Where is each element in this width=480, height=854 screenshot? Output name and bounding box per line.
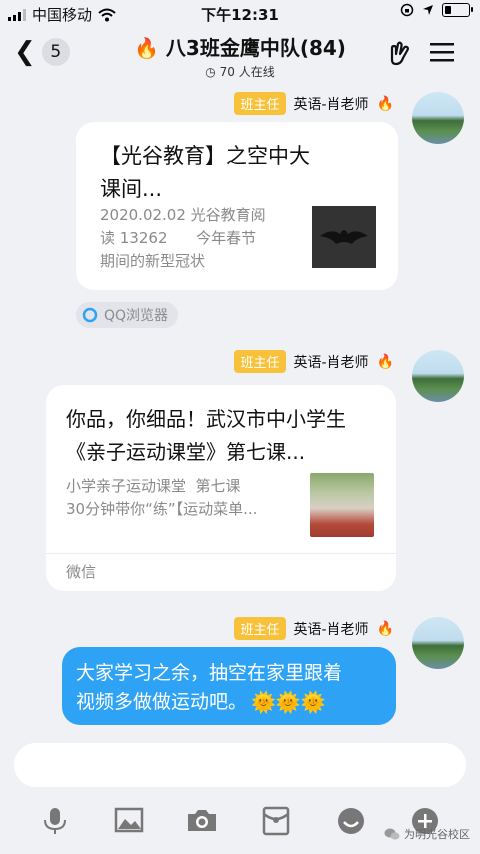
source-tag[interactable]: QQ浏览器 [76, 302, 179, 328]
card-desc-line: 期间的新型冠状 [100, 252, 206, 270]
chat-header: ❮ 5 🔥 八3班金鹰中队(84) ◷ 70 人在线 [0, 26, 480, 82]
role-badge: 班主任 [234, 617, 286, 640]
source-label: QQ浏览器 [104, 308, 169, 324]
fire-icon: 🔥 [376, 620, 394, 637]
location-icon [423, 5, 433, 15]
hand-gesture-icon[interactable] [386, 40, 414, 68]
battery-icon [442, 3, 473, 17]
link-card[interactable]: 你品，你细品！武汉市中小学生 《亲子运动课堂》第七课... 小学亲子运动课堂 第… [46, 385, 396, 591]
card-desc-line: 读 13262 今年春节 [100, 229, 257, 247]
card-thumbnail [312, 206, 376, 268]
card-desc-line: 小学亲子运动课堂 第七课 [66, 477, 241, 495]
status-bar: 中国移动 下午12:31 [0, 0, 480, 26]
card-title-line: 【光谷教育】之空中大 [100, 144, 310, 168]
message-text-line: 大家学习之余，抽空在家里跟着 [76, 662, 343, 684]
fire-icon: 🔥 [134, 36, 159, 60]
card-title-line: 课间... [100, 177, 163, 201]
lock-rotation-icon [400, 3, 414, 17]
wechat-icon [384, 828, 400, 840]
avatar[interactable] [412, 617, 464, 669]
image-icon[interactable] [114, 806, 144, 834]
sun-emoji-icon: 🌞🌞🌞 [251, 690, 326, 714]
sender-name: 英语-肖老师 [293, 354, 369, 371]
card-thumbnail [310, 473, 374, 537]
message-sender-row: 班主任 英语-肖老师 🔥 [234, 350, 394, 373]
card-desc-line: 2020.02.02 光谷教育阅 [100, 206, 266, 224]
online-count: 70 人在线 [219, 65, 275, 79]
card-title-line: 你品，你细品！武汉市中小学生 [66, 407, 346, 431]
chat-title-text: 八3班金鹰中队(84) [165, 36, 346, 60]
fire-icon: 🔥 [376, 95, 394, 112]
source-label: 微信 [66, 563, 97, 581]
divider [46, 553, 396, 554]
fire-icon: 🔥 [376, 353, 394, 370]
voice-icon[interactable] [42, 806, 68, 836]
message-input[interactable] [14, 743, 466, 787]
menu-icon[interactable] [430, 41, 454, 63]
card-title-line: 《亲子运动课堂》第七课... [66, 440, 306, 464]
clock-icon: ◷ [205, 65, 216, 79]
emoji-icon[interactable] [336, 806, 366, 836]
role-badge: 班主任 [234, 92, 286, 115]
camera-icon[interactable] [186, 806, 218, 834]
watermark: 为明光谷校区 [384, 826, 470, 842]
text-message-bubble[interactable]: 大家学习之余，抽空在家里跟着 视频多做做运动吧。 🌞🌞🌞 [62, 647, 396, 725]
link-card[interactable]: 【光谷教育】之空中大 课间... 2020.02.02 光谷教育阅 读 1326… [76, 122, 398, 290]
avatar[interactable] [412, 350, 464, 402]
message-sender-row: 班主任 英语-肖老师 🔥 [234, 617, 394, 640]
sender-name: 英语-肖老师 [293, 96, 369, 113]
qq-browser-icon [82, 307, 98, 323]
role-badge: 班主任 [234, 350, 286, 373]
message-text-line: 视频多做做运动吧。 [76, 691, 248, 713]
card-desc-line: 30分钟带你“练”【运动菜单... [66, 500, 258, 518]
red-packet-icon[interactable] [262, 806, 290, 836]
message-sender-row: 班主任 英语-肖老师 🔥 [234, 92, 394, 115]
avatar[interactable] [412, 92, 464, 144]
watermark-text: 为明光谷校区 [404, 828, 470, 841]
sender-name: 英语-肖老师 [293, 621, 369, 638]
